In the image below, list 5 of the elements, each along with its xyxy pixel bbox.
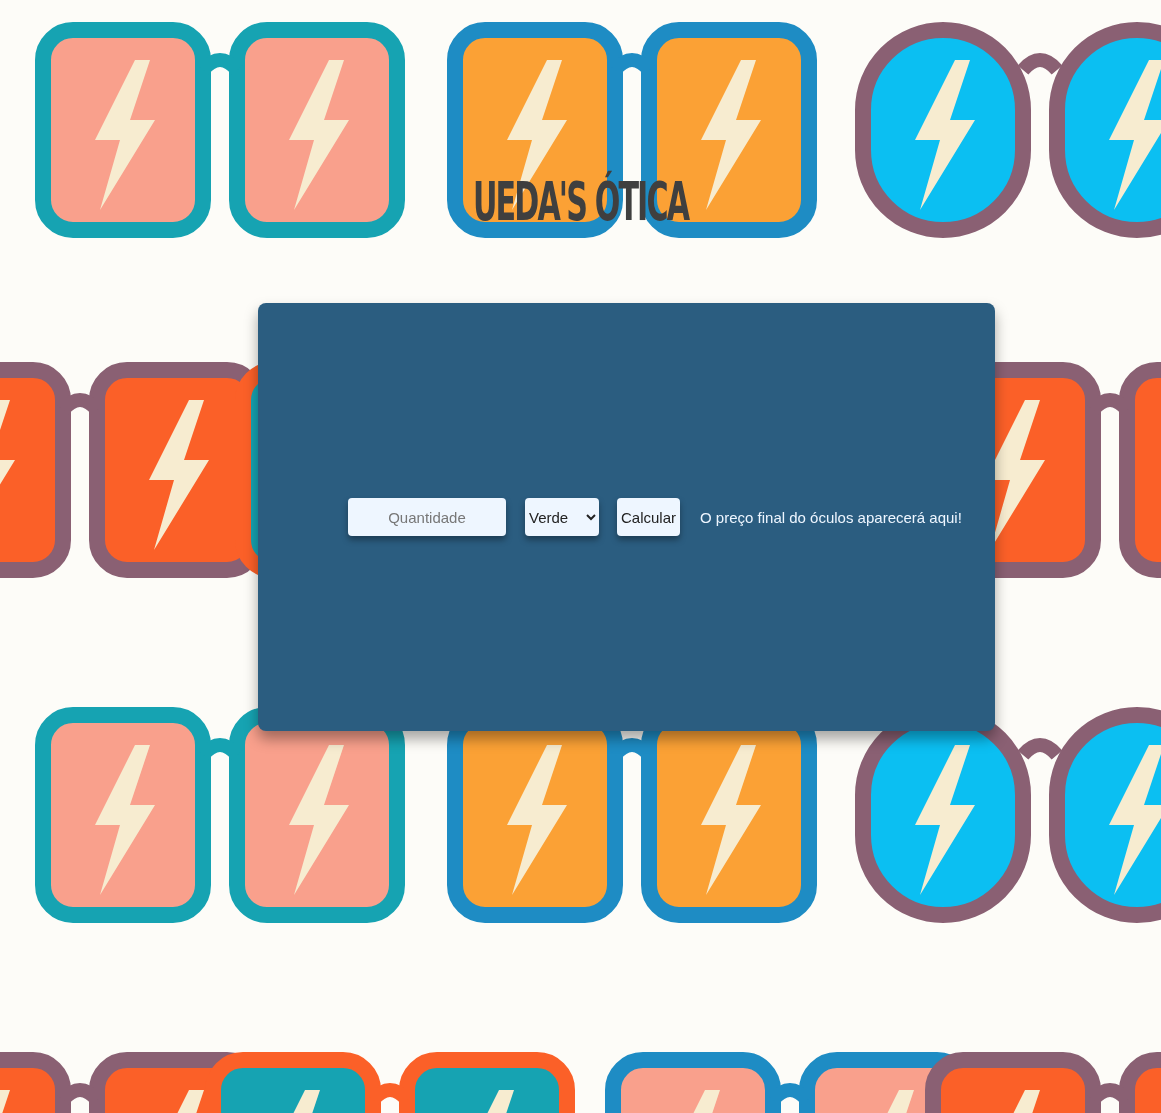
result-text: O preço final do óculos aparecerá aqui! <box>700 508 962 526</box>
calculate-button[interactable]: Calcular <box>617 498 681 537</box>
page-title: UEDA'S ÓTICA <box>472 172 689 232</box>
quantity-input[interactable]: Quantidade <box>348 498 506 537</box>
color-select[interactable]: Verde <box>525 498 599 537</box>
